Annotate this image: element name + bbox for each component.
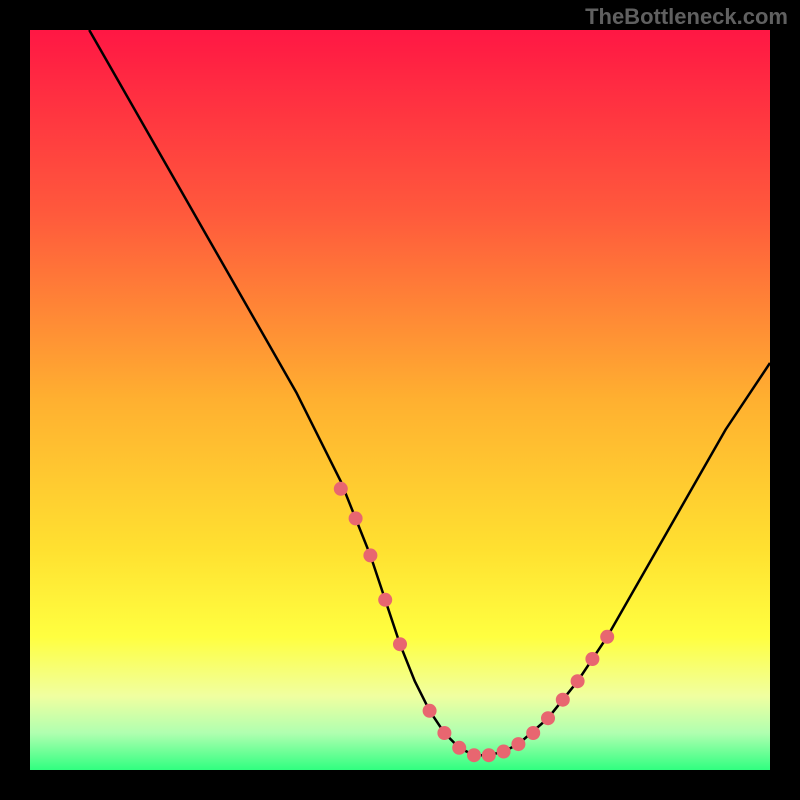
chart-marker	[497, 745, 511, 759]
chart-marker	[334, 482, 348, 496]
chart-marker	[482, 748, 496, 762]
chart-marker	[541, 711, 555, 725]
chart-marker	[511, 737, 525, 751]
chart-marker	[467, 748, 481, 762]
chart-marker	[423, 704, 437, 718]
chart-marker	[349, 511, 363, 525]
chart-marker	[556, 693, 570, 707]
chart-marker	[600, 630, 614, 644]
chart-svg	[30, 30, 770, 770]
chart-marker	[585, 652, 599, 666]
chart-marker	[437, 726, 451, 740]
chart-marker	[452, 741, 466, 755]
chart-marker	[363, 548, 377, 562]
chart-marker	[571, 674, 585, 688]
watermark-text: TheBottleneck.com	[585, 4, 788, 30]
chart-plot-area	[30, 30, 770, 770]
chart-marker	[526, 726, 540, 740]
chart-marker	[393, 637, 407, 651]
chart-background	[30, 30, 770, 770]
chart-marker	[378, 593, 392, 607]
